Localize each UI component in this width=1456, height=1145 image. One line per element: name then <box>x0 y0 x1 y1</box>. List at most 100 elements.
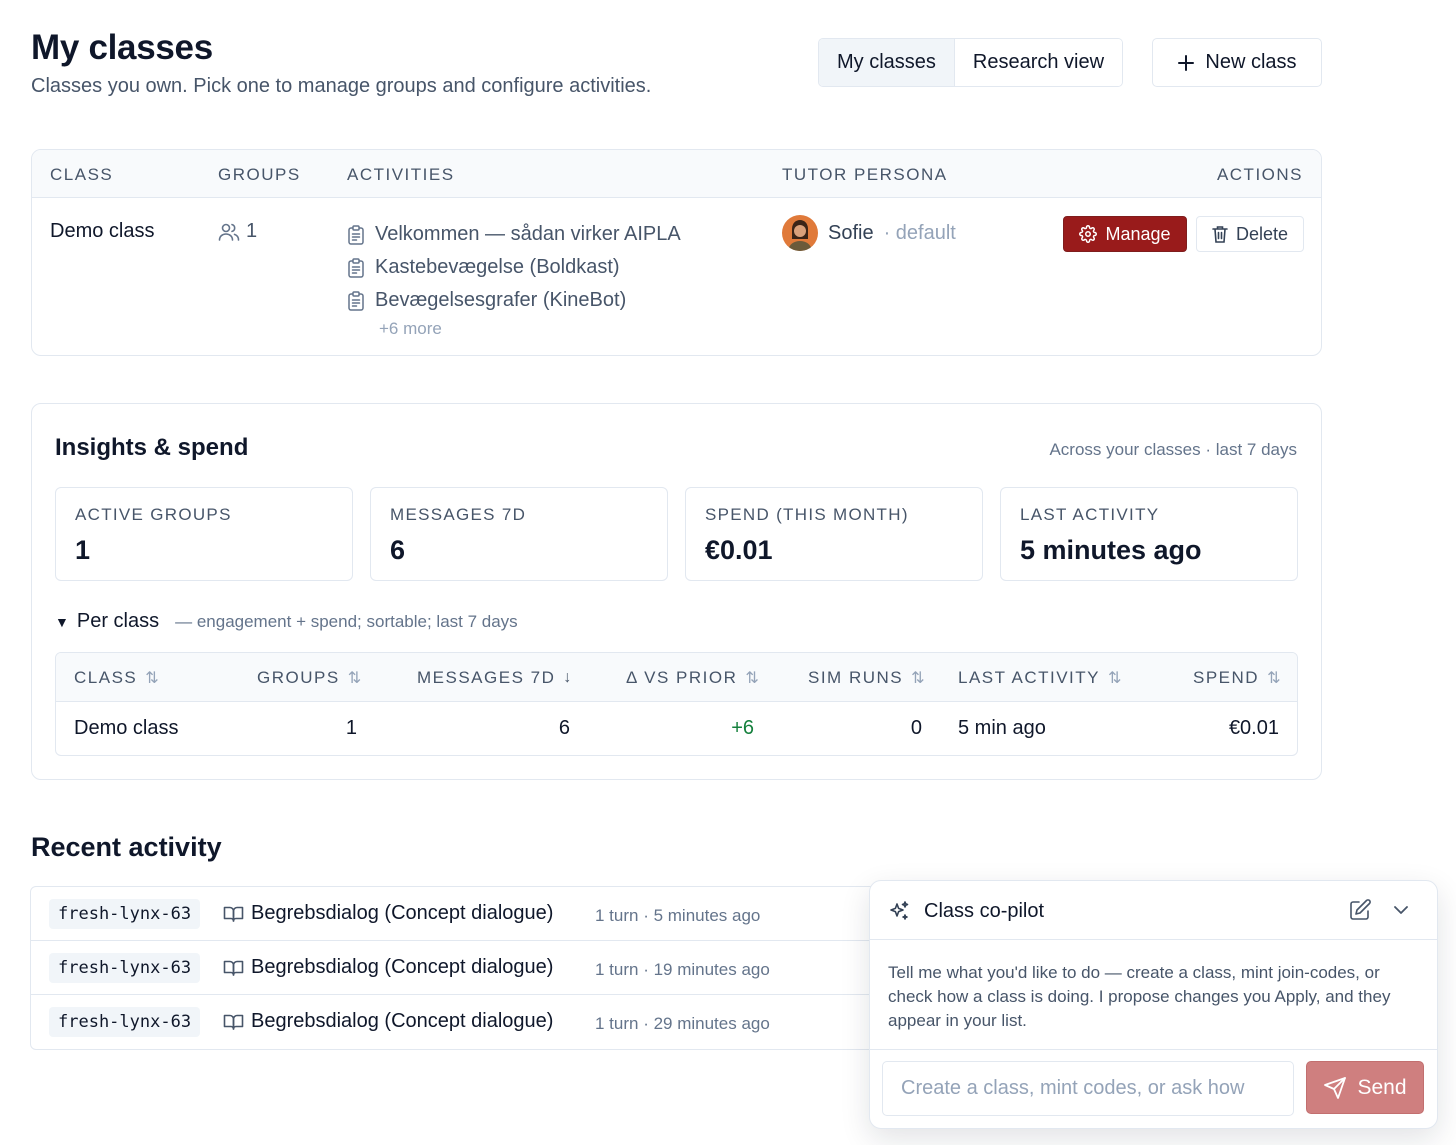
copilot-composer: Send <box>870 1049 1437 1128</box>
new-class-button[interactable]: New class <box>1152 38 1322 87</box>
column-header-label: MESSAGES 7D <box>417 668 556 687</box>
send-button[interactable]: Send <box>1306 1061 1424 1114</box>
recent-activity-list: fresh-lynx-63 Begrebsdialog (Concept dia… <box>30 886 900 1050</box>
stat-value: 1 <box>75 535 91 565</box>
manage-label: Manage <box>1105 223 1171 244</box>
book-open-icon <box>223 905 244 923</box>
per-class-table: CLASS ⇅ GROUPS ⇅ MESSAGES 7D ↓ Δ VS PRIO… <box>55 652 1298 756</box>
sort-header-messages[interactable]: MESSAGES 7D ↓ <box>417 668 571 688</box>
delete-label: Delete <box>1235 223 1289 244</box>
sort-header-last-activity[interactable]: LAST ACTIVITY ⇅ <box>958 668 1121 688</box>
table-row[interactable]: Demo class 1 6 +6 0 5 min ago €0.01 <box>56 702 1297 755</box>
classes-table-header: CLASS GROUPS ACTIVITIES TUTOR PERSONA AC… <box>32 150 1321 198</box>
tutor-default-tag: · default <box>883 221 956 244</box>
activity-title: Begrebsdialog (Concept dialogue) <box>223 1010 553 1033</box>
activity-name: Begrebsdialog (Concept dialogue) <box>251 902 554 924</box>
column-header-label: CLASS <box>74 668 138 687</box>
sort-arrows-icon: ⇅ <box>145 670 159 687</box>
sort-arrows-icon: ⇅ <box>1108 670 1122 687</box>
stat-label: SPEND (THIS MONTH) <box>705 505 909 524</box>
list-item[interactable]: fresh-lynx-63 Begrebsdialog (Concept dia… <box>31 887 899 941</box>
copilot-title: Class co-pilot <box>924 900 1045 922</box>
stat-messages-7d: MESSAGES 7D 6 <box>370 487 668 581</box>
column-header-class: CLASS <box>50 165 114 184</box>
tutor-persona: Sofie · default <box>782 215 956 251</box>
sort-header-groups[interactable]: GROUPS ⇅ <box>257 668 361 688</box>
stat-label: MESSAGES 7D <box>390 505 527 524</box>
per-class-toggle[interactable]: ▼ Per class — engagement + spend; sortab… <box>55 610 518 633</box>
sort-arrows-icon: ⇅ <box>347 670 362 687</box>
activity-item[interactable]: Bevægelsesgrafer (KineBot) <box>347 284 681 317</box>
activity-meta: 1 turn · 5 minutes ago <box>595 906 761 925</box>
group-code: fresh-lynx-63 <box>49 899 201 929</box>
group-code: fresh-lynx-63 <box>49 1007 201 1037</box>
per-class-label: Per class <box>76 610 160 632</box>
activity-title: Begrebsdialog (Concept dialogue) <box>223 902 553 925</box>
copilot-intro: Tell me what you'd like to do — create a… <box>888 963 1391 1030</box>
book-open-icon <box>223 959 244 977</box>
sort-header-class[interactable]: CLASS ⇅ <box>74 668 159 688</box>
tab-my-classes[interactable]: My classes <box>819 39 954 86</box>
groups-count: 1 <box>218 220 257 243</box>
delete-button[interactable]: Delete <box>1196 216 1304 252</box>
activity-label: Bevægelsesgrafer (KineBot) <box>375 289 627 311</box>
activity-item[interactable]: Kastebevægelse (Boldkast) <box>347 251 681 284</box>
sort-header-sim-runs[interactable]: SIM RUNS ⇅ <box>808 668 925 688</box>
activity-meta: 1 turn · 19 minutes ago <box>595 960 770 979</box>
page-title: My classes <box>31 28 213 67</box>
insights-meta: Across your classes · last 7 days <box>1049 440 1297 459</box>
manage-button[interactable]: Manage <box>1063 216 1187 252</box>
sparkles-icon <box>887 900 911 924</box>
send-icon <box>1323 1076 1347 1100</box>
avatar <box>782 215 818 251</box>
sort-header-spend[interactable]: SPEND ⇅ <box>1193 668 1280 688</box>
activities-list: Velkommen — sådan virker AIPLA Kastebevæ… <box>347 218 681 339</box>
new-class-label: New class <box>1205 51 1297 73</box>
tab-research-view[interactable]: Research view <box>953 39 1123 86</box>
tutor-name: Sofie <box>828 221 874 244</box>
stat-spend: SPEND (THIS MONTH) €0.01 <box>685 487 983 581</box>
list-item[interactable]: fresh-lynx-63 Begrebsdialog (Concept dia… <box>31 941 899 995</box>
column-header-label: SPEND <box>1193 668 1260 687</box>
activity-title: Begrebsdialog (Concept dialogue) <box>223 956 553 979</box>
stat-last-activity: LAST ACTIVITY 5 minutes ago <box>1000 487 1298 581</box>
activity-item[interactable]: Velkommen — sådan virker AIPLA <box>347 218 681 251</box>
activity-label: Kastebevægelse (Boldkast) <box>375 256 620 278</box>
sort-header-delta[interactable]: Δ VS PRIOR ⇅ <box>626 668 759 688</box>
list-item[interactable]: fresh-lynx-63 Begrebsdialog (Concept dia… <box>31 995 899 1049</box>
page-subtitle: Classes you own. Pick one to manage grou… <box>31 75 652 97</box>
cell-sim-runs: 0 <box>910 717 922 739</box>
trash-icon <box>1212 225 1228 243</box>
sort-arrows-icon: ⇅ <box>1267 670 1281 687</box>
class-name[interactable]: Demo class <box>50 220 154 243</box>
activity-meta: 1 turn · 29 minutes ago <box>595 1014 770 1033</box>
activity-label: Velkommen — sådan virker AIPLA <box>375 223 681 245</box>
stat-active-groups: ACTIVE GROUPS 1 <box>55 487 353 581</box>
insights-title: Insights & spend <box>55 434 249 461</box>
copilot-header: Class co-pilot <box>870 881 1437 940</box>
cell-delta: +6 <box>731 717 754 739</box>
gear-icon <box>1079 225 1098 243</box>
recent-activity-title: Recent activity <box>31 832 222 862</box>
stat-value: 6 <box>390 535 406 565</box>
chevron-down-icon[interactable] <box>1392 901 1410 919</box>
classes-table: CLASS GROUPS ACTIVITIES TUTOR PERSONA AC… <box>31 149 1322 356</box>
per-class-table-header: CLASS ⇅ GROUPS ⇅ MESSAGES 7D ↓ Δ VS PRIO… <box>56 653 1297 702</box>
cell-last-activity: 5 min ago <box>958 717 1046 739</box>
arrow-down-icon: ↓ <box>563 669 572 686</box>
copilot-input[interactable] <box>882 1061 1294 1116</box>
column-header-actions: ACTIONS <box>1216 165 1303 184</box>
column-header-tutor-persona: TUTOR PERSONA <box>782 165 948 184</box>
clipboard-icon <box>347 290 365 311</box>
disclosure-triangle-icon: ▼ <box>55 614 69 630</box>
book-open-icon <box>223 1013 244 1031</box>
column-header-label: GROUPS <box>257 668 340 687</box>
groups-value: 1 <box>246 220 258 242</box>
cell-class: Demo class <box>74 717 179 739</box>
edit-icon[interactable] <box>1349 899 1371 921</box>
more-activities-link[interactable]: +6 more <box>379 319 681 339</box>
stat-value: €0.01 <box>705 535 773 565</box>
activity-name: Begrebsdialog (Concept dialogue) <box>251 1010 554 1032</box>
insights-card: Insights & spend Across your classes · l… <box>31 403 1322 780</box>
sort-arrows-icon: ⇅ <box>911 670 925 687</box>
